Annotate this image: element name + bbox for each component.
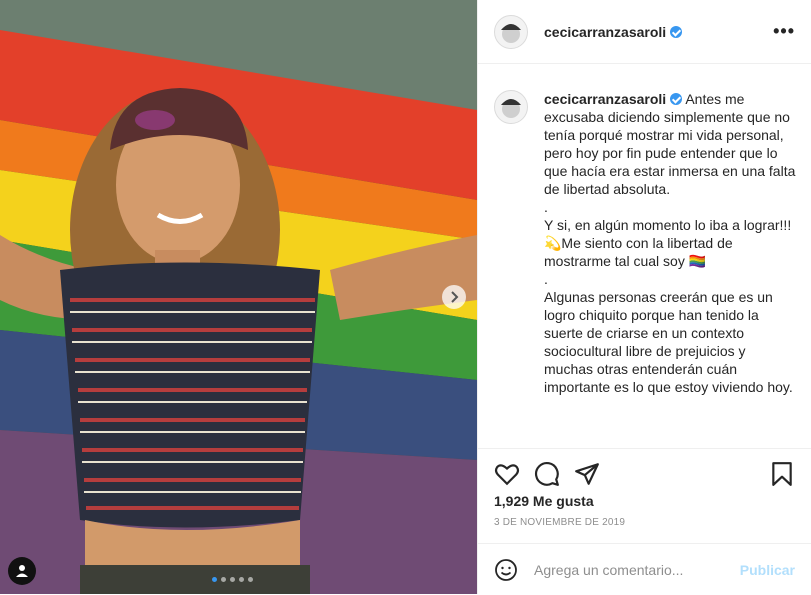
heart-icon[interactable]	[494, 461, 520, 487]
post-actions: 1,929 Me gusta 3 DE NOVIEMBRE DE 2019 Pu…	[478, 448, 811, 595]
publish-button[interactable]: Publicar	[740, 562, 795, 578]
carousel-dot	[248, 577, 253, 582]
more-options-button[interactable]: •••	[773, 21, 795, 42]
carousel-dot	[239, 577, 244, 582]
caption-text: cecicarranzasaroli Antes me excusaba dic…	[544, 90, 797, 396]
user-tag-button[interactable]	[8, 557, 36, 585]
carousel-indicator	[212, 577, 253, 582]
comment-bar: Publicar	[478, 543, 811, 595]
caption-line: .	[544, 199, 548, 215]
username-link[interactable]: cecicarranzasaroli	[544, 24, 666, 40]
paper-plane-icon[interactable]	[574, 461, 600, 487]
caption-line: Algunas personas creerán que es un logro…	[544, 289, 793, 395]
comment-input[interactable]	[532, 560, 740, 579]
avatar[interactable]	[494, 14, 528, 49]
carousel-dot	[221, 577, 226, 582]
user-tag-icon	[16, 565, 28, 577]
next-slide-button[interactable]	[442, 285, 466, 309]
post-date[interactable]: 3 DE NOVIEMBRE DE 2019	[478, 509, 811, 528]
carousel-dot	[230, 577, 235, 582]
bookmark-icon[interactable]	[769, 461, 795, 487]
post-photo[interactable]	[0, 0, 477, 594]
verified-badge-icon	[670, 25, 683, 38]
smiley-icon[interactable]	[494, 558, 518, 582]
post-header: cecicarranzasaroli •••	[478, 0, 811, 64]
verified-badge-icon	[670, 93, 683, 105]
chevron-right-icon	[451, 291, 459, 303]
like-count[interactable]: 1,929 Me gusta	[478, 487, 811, 509]
comment-icon[interactable]	[534, 461, 560, 487]
avatar[interactable]	[494, 90, 528, 124]
caption-username-link[interactable]: cecicarranzasaroli	[544, 91, 666, 107]
carousel-dot	[212, 577, 217, 582]
caption-line: .	[544, 271, 548, 287]
post-details-panel: cecicarranzasaroli ••• cecicarranzasarol…	[477, 0, 811, 594]
caption-line: Y si, en algún momento lo iba a lograr!!…	[544, 217, 792, 269]
caption: cecicarranzasaroli Antes me excusaba dic…	[494, 90, 797, 396]
